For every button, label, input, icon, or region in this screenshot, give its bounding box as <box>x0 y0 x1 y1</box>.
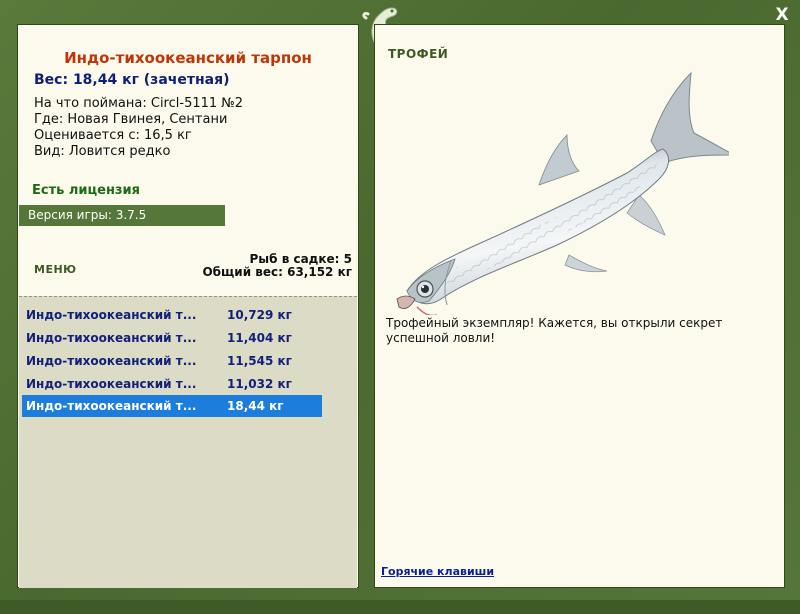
catch-row[interactable]: Индо-тихоокеанский т... 10,729 кг <box>22 304 322 326</box>
catch-name: Индо-тихоокеанский т... <box>26 308 197 322</box>
catch-row[interactable]: Индо-тихоокеанский т... 11,545 кг <box>22 350 322 372</box>
menu-button[interactable]: МЕНЮ <box>34 263 77 276</box>
catch-row[interactable]: Индо-тихоокеанский т... 11,032 кг <box>22 373 322 395</box>
close-icon: X <box>775 5 789 25</box>
keepnet-stats: Рыб в садке: 5 Общий вес: 63,152 кг <box>202 253 352 279</box>
catch-row[interactable]: Индо-тихоокеанский т... 11,404 кг <box>22 327 322 349</box>
catch-list: Индо-тихоокеанский т... 10,729 кг Индо-т… <box>19 296 357 588</box>
catch-weight: 11,032 кг <box>227 377 292 391</box>
catch-weight: 18,44 кг <box>227 399 284 413</box>
catch-row-selected[interactable]: Индо-тихоокеанский т... 18,44 кг <box>22 395 322 417</box>
catch-name: Индо-тихоокеанский т... <box>26 377 197 391</box>
detail-rated-from: Оценивается с: 16,5 кг <box>34 128 192 143</box>
frame-bottom-edge <box>0 600 800 614</box>
detail-location: Где: Новая Гвинея, Сентани <box>34 112 228 127</box>
detail-bait: На что поймана: Circl-5111 №2 <box>34 96 244 111</box>
detail-species-rarity: Вид: Ловится редко <box>34 144 171 159</box>
game-version: Версия игры: 3.7.5 <box>19 205 225 226</box>
fish-info-panel: Индо-тихоокеанский тарпон Вес: 18,44 кг … <box>17 24 359 588</box>
catch-name: Индо-тихоокеанский т... <box>26 399 197 413</box>
hotkeys-link[interactable]: Горячие клавиши <box>381 565 494 578</box>
keepnet-total-weight: Общий вес: 63,152 кг <box>202 265 352 279</box>
tarpon-fish-image <box>396 71 729 315</box>
catch-name: Индо-тихоокеанский т... <box>26 331 197 345</box>
fish-weight: Вес: 18,44 кг (зачетная) <box>34 72 230 88</box>
catch-weight: 10,729 кг <box>227 308 292 322</box>
close-button[interactable]: X <box>770 4 794 26</box>
trophy-message: Трофейный экземпляр! Кажется, вы открыли… <box>386 316 723 345</box>
license-status: Есть лицензия <box>32 183 140 198</box>
catch-weight: 11,545 кг <box>227 354 292 368</box>
catch-name: Индо-тихоокеанский т... <box>26 354 197 368</box>
fish-title: Индо-тихоокеанский тарпон <box>64 49 312 67</box>
trophy-panel: ТРОФЕЙ Трофейный экземпляр! Кажется, вы … <box>374 24 785 588</box>
catch-weight: 11,404 кг <box>227 331 292 345</box>
